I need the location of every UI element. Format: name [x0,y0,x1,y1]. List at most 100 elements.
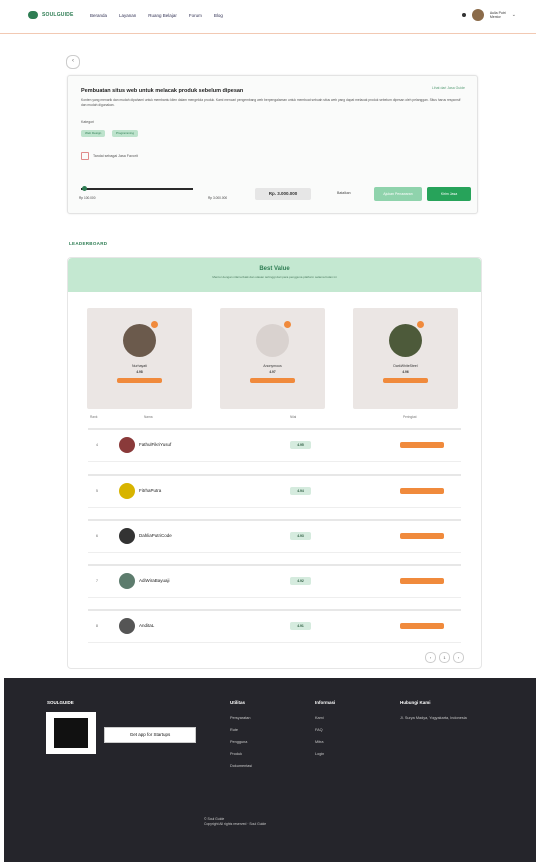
pager-next-button[interactable]: › [453,652,464,663]
footer-link[interactable]: Login [315,752,324,756]
row-score: 4.95 [290,441,311,449]
podium-name: Nurhayati [132,364,147,368]
budget-min: Rp 100.000 [79,196,96,200]
col-header-score: Nilai [290,415,297,419]
row-name: AdiWiraBayuaji [139,578,170,583]
row-level-pill [400,623,444,629]
rank-badge-icon [417,321,424,328]
footer-link[interactable]: Rute [230,728,238,732]
avatar [119,618,135,634]
logo-icon [28,11,38,19]
nav-link-ruang-belajar[interactable]: Ruang Belajar [148,13,177,18]
row-score: 4.92 [290,577,311,585]
budget-max: Rp 3.000.000 [208,196,228,200]
chevron-down-icon[interactable]: ⌄ [512,12,516,18]
row-name: FathulFikriYusuf [139,442,172,447]
favorite-checkbox-row[interactable]: Tandai sebagai Jasa Favorit [81,152,138,160]
nav-link-forum[interactable]: Forum [189,13,202,18]
user-area: Aulia Putri Mentor ⌄ [461,9,516,21]
row-score: 4.94 [290,487,311,495]
table-row[interactable]: 8 AnditaL 4.91 [88,609,461,643]
podium-level-pill [250,378,295,383]
table-row[interactable]: 6 DahliaPutriCode 4.93 [88,519,461,553]
brand-logo[interactable]: SOULGUIDE [28,11,74,19]
row-score: 4.93 [290,532,311,540]
podium-name: Anonymous [263,364,282,368]
footer-col3-title: Hubungi Kami [400,700,431,705]
offer-button[interactable]: Ajukan Penawaran [374,187,422,201]
podium-score: 4.97 [269,370,276,374]
row-name: AnditaL [139,623,155,628]
back-button[interactable]: ‹ [66,55,80,69]
footer-link[interactable]: Mitra [315,740,323,744]
tags-label: Kategori [81,120,95,124]
footer-link[interactable]: Pengguna [230,740,247,744]
row-rank: 6 [96,534,98,538]
task-card: Pembuatan situs web untuk melacak produk… [67,75,478,214]
app-badge-button[interactable]: Get app for Startups [104,727,196,743]
row-rank: 4 [96,443,98,447]
table-row[interactable]: 5 FitrhaPutra 4.94 [88,474,461,508]
task-source-link[interactable]: Lihat dari Jasa Guide [432,86,465,90]
banner-title: Best Value [259,266,290,272]
footer-link[interactable]: Kami [315,716,324,720]
budget-slider-track[interactable] [81,188,193,190]
avatar [123,324,156,357]
price-display: Rp. 3.000.000 [255,188,311,200]
row-name: DahliaPutriCode [139,533,172,538]
budget-slider-handle[interactable] [82,186,88,191]
copyright-line-2: Copyright All rights reserved · Soul Gui… [204,822,267,826]
footer-link[interactable]: Dokumentasi [230,764,252,768]
podium-level-pill [383,378,428,383]
nav-links: Beranda Layanan Ruang Belajar Forum Blog [90,13,223,18]
footer: SOULGUIDE Get app for Startups Utilitas … [4,678,536,862]
leaderboard-banner: Best Value Mentor dengan nilai terbaik d… [68,258,481,292]
table-row[interactable]: 7 AdiWiraBayuaji 4.92 [88,564,461,598]
banner-subtitle: Mentor dengan nilai terbaik dan ulasan t… [212,275,337,279]
user-avatar[interactable] [471,9,484,21]
nav-link-blog[interactable]: Blog [214,13,223,18]
submit-button[interactable]: Kirim Jasa [427,187,471,201]
row-level-pill [400,533,444,539]
footer-link[interactable]: FAQ [315,728,323,732]
col-header-name: Nama [144,415,153,419]
pager-prev-button[interactable]: ‹ [425,652,436,663]
row-level-pill [400,578,444,584]
tag-programming: Programming [112,130,139,137]
podium-score: 4.98 [136,370,143,374]
footer-col2-title: Informasi [315,700,336,705]
avatar [119,528,135,544]
user-info: Aulia Putri Mentor [490,11,506,19]
placeholder-user-icon [256,324,289,357]
col-header-rank: Rank [90,415,98,419]
footer-brand: SOULGUIDE [47,700,74,705]
row-level-pill [400,442,444,448]
notification-bell-icon[interactable] [461,13,466,17]
avatar [119,573,135,589]
row-rank: 8 [96,624,98,628]
nav-link-layanan[interactable]: Layanan [119,13,136,18]
table-row[interactable]: 4 FathulFikriYusuf 4.95 [88,428,461,462]
favorite-checkbox-label: Tandai sebagai Jasa Favorit [93,154,138,158]
rank-badge-icon [284,321,291,328]
row-rank: 7 [96,579,98,583]
task-title: Pembuatan situs web untuk melacak produk… [81,88,244,94]
podium-name: DarkWhiteSteel [393,364,418,368]
footer-link[interactable]: Produk [230,752,242,756]
avatar [119,437,135,453]
podium-score: 4.96 [402,370,409,374]
footer-link[interactable]: Persyaratan [230,716,250,720]
podium-first[interactable]: Nurhayati 4.98 [87,308,192,409]
footer-copyright: © Soul Guide Copyright All rights reserv… [204,817,344,827]
pager-page-button[interactable]: 1 [439,652,450,663]
brand-name: SOULGUIDE [42,12,74,18]
cancel-button[interactable]: Batalkan [337,191,351,195]
favorite-checkbox[interactable] [81,152,89,160]
nav-link-beranda[interactable]: Beranda [90,13,107,18]
rank-badge-icon [151,321,158,328]
podium-second[interactable]: Anonymous 4.97 [220,308,325,409]
tag-web-design: Web Design [81,130,106,137]
row-rank: 5 [96,489,98,493]
podium-third[interactable]: DarkWhiteSteel 4.96 [353,308,458,409]
col-header-badge: Peringkat [403,415,417,419]
